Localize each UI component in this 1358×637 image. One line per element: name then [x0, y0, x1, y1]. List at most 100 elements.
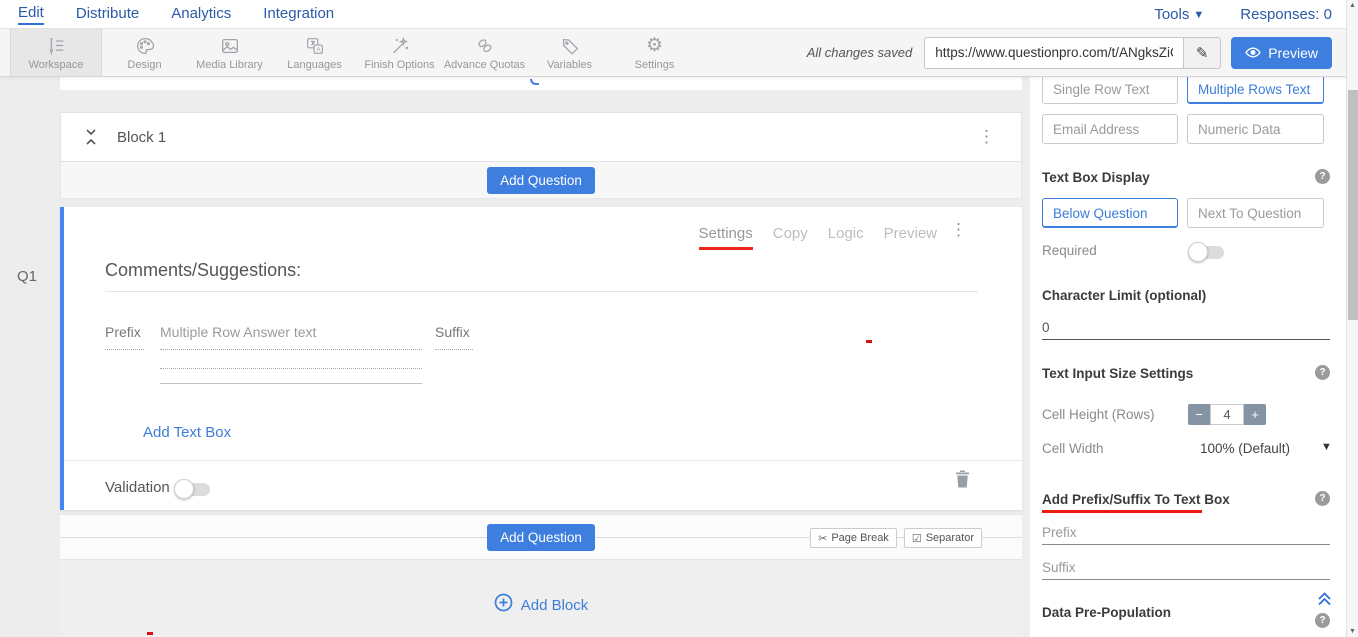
top-nav-right: Tools ▼ Responses: 0 [1154, 0, 1332, 29]
page-break-label: Page Break [831, 532, 888, 544]
character-limit-title: Character Limit (optional) [1042, 288, 1206, 303]
text-box-display-title: Text Box Display [1042, 170, 1150, 185]
scissors-icon: ✂ [818, 532, 827, 545]
red-artifact [866, 340, 872, 343]
toolbar-media-library-button[interactable]: Media Library [187, 29, 272, 76]
survey-url-input[interactable] [924, 37, 1184, 69]
preview-button[interactable]: Preview [1231, 37, 1332, 69]
magic-wand-icon [389, 35, 411, 57]
answer-row: Prefix Multiple Row Answer text Suffix [105, 324, 473, 350]
block-menu-icon[interactable]: ⋮ [978, 130, 995, 144]
add-question-button-bottom[interactable]: Add Question [487, 524, 595, 551]
validation-divider [64, 460, 1022, 461]
help-icon[interactable]: ? [1315, 613, 1330, 628]
toolbar-design-button[interactable]: Design [102, 29, 187, 76]
nav-item-edit[interactable]: Edit [18, 4, 44, 25]
toolbar-variables-button[interactable]: Variables [527, 29, 612, 76]
block-title[interactable]: Block 1 [117, 129, 166, 146]
collapse-block-icon[interactable] [85, 128, 97, 151]
tab-logic[interactable]: Logic [828, 225, 864, 250]
add-block-button[interactable]: Add Block [60, 593, 1022, 617]
chain-link-icon [474, 35, 496, 57]
prefix-input[interactable]: Prefix [1042, 525, 1077, 540]
cell-width-select[interactable]: 100% (Default) [1200, 441, 1290, 456]
toggle-knob [1188, 242, 1208, 262]
survey-canvas: Block 1 ⋮ Add Question Settings Copy Log… [60, 77, 1022, 637]
toolbar-workspace-button[interactable]: Workspace [10, 29, 102, 76]
nav-item-analytics[interactable]: Analytics [171, 5, 231, 24]
cell-width-label: Cell Width [1042, 441, 1104, 456]
type-email-address-button[interactable]: Email Address [1042, 114, 1178, 144]
validation-toggle[interactable] [176, 483, 210, 496]
questionpro-survey-editor: { "colors": { "accent_blue": "#3d7edf", … [0, 0, 1358, 637]
display-next-to-question-button[interactable]: Next To Question [1187, 198, 1324, 228]
chevron-down-icon[interactable]: ▼ [1321, 441, 1332, 453]
edit-url-button[interactable]: ✎ [1184, 37, 1221, 69]
clipped-row-above [60, 77, 1022, 90]
delete-question-icon[interactable] [955, 470, 970, 493]
question-number-label: Q1 [17, 268, 37, 285]
type-multiple-rows-text-button[interactable]: Multiple Rows Text [1187, 74, 1324, 104]
gear-icon: ⚙ [646, 35, 663, 57]
insert-options: ✂ Page Break ☑ Separator [810, 528, 982, 548]
answer-textbox-placeholder[interactable]: Multiple Row Answer text [160, 324, 422, 350]
prefix-suffix-title: Add Prefix/Suffix To Text Box [1042, 492, 1230, 507]
toolbar-finish-options-button[interactable]: Finish Options [357, 29, 442, 76]
page-break-button[interactable]: ✂ Page Break [810, 528, 897, 548]
question-title[interactable]: Comments/Suggestions: [105, 260, 301, 281]
nav-item-distribute[interactable]: Distribute [76, 5, 139, 24]
canvas-footer: Add Block [60, 560, 1022, 637]
scroll-to-top-icon[interactable] [1316, 590, 1333, 612]
display-below-question-button[interactable]: Below Question [1042, 198, 1178, 228]
preview-label: Preview [1268, 45, 1318, 61]
question-card[interactable]: Settings Copy Logic Preview ⋮ Comments/S… [60, 207, 1022, 510]
responses-count[interactable]: Responses: 0 [1240, 6, 1332, 23]
suffix-input[interactable]: Suffix [1042, 560, 1076, 575]
chevron-down-icon: ▼ [1193, 9, 1204, 21]
suffix-input-underline [1042, 579, 1330, 580]
help-icon[interactable]: ? [1315, 491, 1330, 506]
toolbar-languages-button[interactable]: A Languages [272, 29, 357, 76]
tools-menu[interactable]: Tools ▼ [1154, 6, 1204, 23]
add-text-box-link[interactable]: Add Text Box [143, 424, 231, 441]
toolbar-button-label: Design [127, 59, 161, 71]
character-limit-input[interactable]: 0 [1042, 320, 1050, 335]
tab-copy[interactable]: Copy [773, 225, 808, 250]
toolbar-settings-button[interactable]: ⚙ Settings [612, 29, 697, 76]
required-toggle[interactable] [1190, 246, 1224, 259]
toolbar-button-label: Languages [287, 59, 341, 71]
prefix-inline-label[interactable]: Prefix [105, 324, 144, 350]
separator-label: Separator [926, 532, 974, 544]
question-menu-icon[interactable]: ⋮ [950, 223, 967, 237]
type-numeric-data-button[interactable]: Numeric Data [1187, 114, 1324, 144]
vertical-scrollbar[interactable]: ▲ ▼ [1346, 0, 1358, 637]
block-header: Block 1 ⋮ [60, 112, 1022, 162]
add-question-button-top[interactable]: Add Question [487, 167, 595, 194]
increment-button[interactable]: + [1244, 404, 1266, 425]
type-single-row-text-button[interactable]: Single Row Text [1042, 74, 1178, 104]
tab-settings[interactable]: Settings [699, 225, 753, 250]
toolbar-button-label: Media Library [196, 59, 263, 71]
scroll-up-arrow-icon[interactable]: ▲ [1349, 2, 1356, 9]
add-question-bar-bottom: Add Question ✂ Page Break ☑ Separator [60, 514, 1022, 560]
nav-item-integration[interactable]: Integration [263, 5, 334, 24]
red-artifact [147, 632, 153, 635]
cell-height-value[interactable]: 4 [1210, 404, 1244, 425]
scroll-down-arrow-icon[interactable]: ▼ [1349, 628, 1356, 635]
toolbar-button-label: Workspace [29, 59, 84, 71]
tab-preview[interactable]: Preview [884, 225, 937, 250]
toolbar-button-label: Variables [547, 59, 592, 71]
help-icon[interactable]: ? [1315, 169, 1330, 184]
scrollbar-thumb[interactable] [1348, 90, 1358, 320]
character-limit-underline [1042, 339, 1330, 340]
toolbar-advance-quotas-button[interactable]: Advance Quotas [442, 29, 527, 76]
answer-row-line-3 [160, 383, 422, 384]
decrement-button[interactable]: − [1188, 404, 1210, 425]
plus-circle-icon [494, 593, 513, 617]
validation-label: Validation [105, 479, 170, 496]
separator-button[interactable]: ☑ Separator [904, 528, 982, 548]
help-icon[interactable]: ? [1315, 365, 1330, 380]
top-nav: Edit Distribute Analytics Integration To… [0, 0, 1346, 29]
toolbar-button-label: Finish Options [364, 59, 434, 71]
suffix-inline-label[interactable]: Suffix [435, 324, 473, 350]
